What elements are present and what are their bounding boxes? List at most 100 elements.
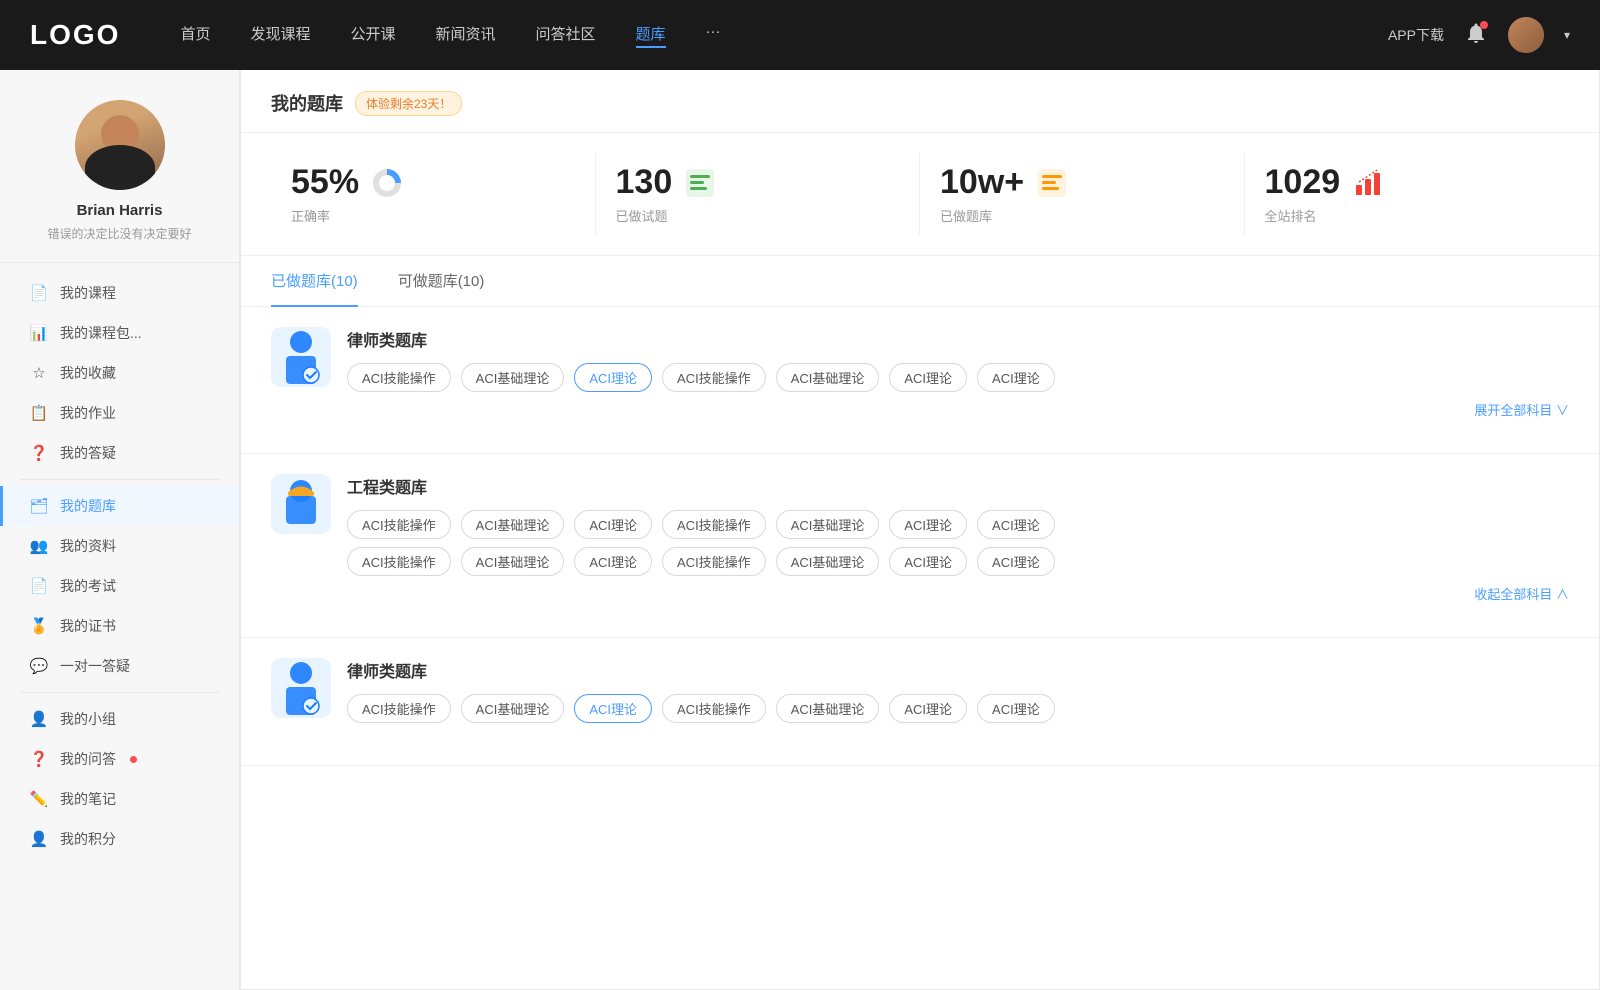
tag-eng1-r2-1[interactable]: ACI基础理论 xyxy=(461,547,565,576)
qbank-avatar-engineer-1 xyxy=(271,474,331,534)
sidebar: Brian Harris 错误的决定比没有决定要好 📄 我的课程 📊 我的课程包… xyxy=(0,70,240,990)
tag-eng1-r2-0[interactable]: ACI技能操作 xyxy=(347,547,451,576)
notes-icon: ✏️ xyxy=(30,790,48,808)
questions-icon: ❓ xyxy=(30,750,48,768)
trial-badge: 体验剩余23天！ xyxy=(355,91,462,116)
sidebar-item-my-points[interactable]: 👤 我的积分 xyxy=(0,819,239,859)
user-menu-chevron[interactable]: ▾ xyxy=(1564,28,1570,42)
sidebar-item-my-collection[interactable]: ☆ 我的收藏 xyxy=(0,353,239,393)
tag-lawyer2-6[interactable]: ACI理论 xyxy=(977,694,1055,723)
tag-eng1-r1-3[interactable]: ACI技能操作 xyxy=(662,510,766,539)
tag-lawyer1-3[interactable]: ACI技能操作 xyxy=(662,363,766,392)
tag-lawyer1-5[interactable]: ACI理论 xyxy=(889,363,967,392)
tag-lawyer2-4[interactable]: ACI基础理论 xyxy=(776,694,880,723)
sidebar-label-my-homework: 我的作业 xyxy=(60,403,116,423)
tags-row-engineer-1-row2: ACI技能操作 ACI基础理论 ACI理论 ACI技能操作 ACI基础理论 AC… xyxy=(347,547,1569,576)
sidebar-item-my-profile[interactable]: 👥 我的资料 xyxy=(0,526,239,566)
nav-courses[interactable]: 发现课程 xyxy=(250,23,310,48)
stat-ranking-icon xyxy=(1350,165,1386,201)
main-layout: Brian Harris 错误的决定比没有决定要好 📄 我的课程 📊 我的课程包… xyxy=(0,70,1600,990)
tag-eng1-r2-2[interactable]: ACI理论 xyxy=(574,547,652,576)
qbank-content-lawyer-2: 律师类题库 ACI技能操作 ACI基础理论 ACI理论 ACI技能操作 ACI基… xyxy=(347,658,1569,731)
tab-done-banks[interactable]: 已做题库(10) xyxy=(271,256,358,307)
stat-done-questions-top: 130 xyxy=(616,163,900,202)
tag-lawyer2-2[interactable]: ACI理论 xyxy=(574,694,652,723)
sidebar-item-my-notes[interactable]: ✏️ 我的笔记 xyxy=(0,779,239,819)
tab-available-banks[interactable]: 可做题库(10) xyxy=(398,256,485,307)
tag-lawyer1-2[interactable]: ACI理论 xyxy=(574,363,652,392)
tag-lawyer2-3[interactable]: ACI技能操作 xyxy=(662,694,766,723)
tag-lawyer1-6[interactable]: ACI理论 xyxy=(977,363,1055,392)
tag-eng1-r2-5[interactable]: ACI理论 xyxy=(889,547,967,576)
stat-done-questions-icon xyxy=(682,165,718,201)
stat-ranking-top: 1029 xyxy=(1265,163,1550,202)
tag-eng1-r1-1[interactable]: ACI基础理论 xyxy=(461,510,565,539)
sidebar-item-my-homework[interactable]: 📋 我的作业 xyxy=(0,393,239,433)
sidebar-item-my-questions[interactable]: ❓ 我的问答 xyxy=(0,739,239,779)
nav-home[interactable]: 首页 xyxy=(180,23,210,48)
lawyer-figure-2-icon xyxy=(276,661,326,716)
qbank-avatar-lawyer-1 xyxy=(271,327,331,387)
homework-icon: 📋 xyxy=(30,404,48,422)
nav-qbank[interactable]: 题库 xyxy=(636,23,666,48)
stat-correctness-top: 55% xyxy=(291,163,575,202)
stat-done-questions-label: 已做试题 xyxy=(616,206,900,225)
tag-lawyer1-4[interactable]: ACI基础理论 xyxy=(776,363,880,392)
stat-correctness: 55% 正确率 xyxy=(271,153,596,235)
tag-lawyer1-0[interactable]: ACI技能操作 xyxy=(347,363,451,392)
sidebar-label-my-course: 我的课程 xyxy=(60,283,116,303)
qbank-header-lawyer-1: 律师类题库 ACI技能操作 ACI基础理论 ACI理论 ACI技能操作 ACI基… xyxy=(271,327,1569,419)
nav-qa[interactable]: 问答社区 xyxy=(536,23,596,48)
tag-lawyer2-0[interactable]: ACI技能操作 xyxy=(347,694,451,723)
sidebar-item-my-cert[interactable]: 🏅 我的证书 xyxy=(0,606,239,646)
sidebar-menu: 📄 我的课程 📊 我的课程包... ☆ 我的收藏 📋 我的作业 ❓ 我的答疑 � xyxy=(0,273,239,859)
sidebar-item-my-group[interactable]: 👤 我的小组 xyxy=(0,699,239,739)
user-avatar[interactable] xyxy=(1508,17,1544,53)
sidebar-label-my-package: 我的课程包... xyxy=(60,323,142,343)
sidebar-item-one-on-one[interactable]: 💬 一对一答疑 xyxy=(0,646,239,686)
sidebar-label-my-notes: 我的笔记 xyxy=(60,789,116,809)
collapse-engineer-1[interactable]: 收起全部科目 ∧ xyxy=(347,584,1569,603)
sidebar-item-my-package[interactable]: 📊 我的课程包... xyxy=(0,313,239,353)
tag-eng1-r1-0[interactable]: ACI技能操作 xyxy=(347,510,451,539)
tag-lawyer1-1[interactable]: ACI基础理论 xyxy=(461,363,565,392)
sidebar-label-my-questions: 我的问答 xyxy=(60,749,116,769)
lawyer-figure-icon xyxy=(276,330,326,385)
qbank-section-engineer-1: 工程类题库 ACI技能操作 ACI基础理论 ACI理论 ACI技能操作 ACI基… xyxy=(241,454,1599,638)
sidebar-item-my-exam[interactable]: 📄 我的考试 xyxy=(0,566,239,606)
sidebar-item-my-qbank[interactable]: 🗂 我的题库 xyxy=(0,486,239,526)
notification-bell[interactable] xyxy=(1464,21,1488,50)
page-title: 我的题库 xyxy=(271,90,343,116)
tag-eng1-r2-4[interactable]: ACI基础理论 xyxy=(776,547,880,576)
sidebar-label-my-qbank: 我的题库 xyxy=(60,496,116,516)
questions-red-dot xyxy=(130,756,137,763)
qbank-header-engineer-1: 工程类题库 ACI技能操作 ACI基础理论 ACI理论 ACI技能操作 ACI基… xyxy=(271,474,1569,603)
tag-eng1-r1-5[interactable]: ACI理论 xyxy=(889,510,967,539)
sidebar-label-my-profile: 我的资料 xyxy=(60,536,116,556)
tags-row-lawyer-1: ACI技能操作 ACI基础理论 ACI理论 ACI技能操作 ACI基础理论 AC… xyxy=(347,363,1569,392)
points-icon: 👤 xyxy=(30,830,48,848)
tag-eng1-r2-6[interactable]: ACI理论 xyxy=(977,547,1055,576)
stat-done-questions-value: 130 xyxy=(616,163,673,202)
tag-eng1-r1-2[interactable]: ACI理论 xyxy=(574,510,652,539)
tag-eng1-r1-6[interactable]: ACI理论 xyxy=(977,510,1055,539)
expand-lawyer-1[interactable]: 展开全部科目 ∨ xyxy=(347,400,1569,419)
stat-done-banks-icon xyxy=(1034,165,1070,201)
tag-lawyer2-1[interactable]: ACI基础理论 xyxy=(461,694,565,723)
tag-lawyer2-5[interactable]: ACI理论 xyxy=(889,694,967,723)
app-download-button[interactable]: APP下载 xyxy=(1388,25,1444,45)
profile-name: Brian Harris xyxy=(20,202,219,219)
tag-eng1-r1-4[interactable]: ACI基础理论 xyxy=(776,510,880,539)
nav-menu: 首页 发现课程 公开课 新闻资讯 问答社区 题库 ··· xyxy=(180,23,1388,48)
nav-open-courses[interactable]: 公开课 xyxy=(350,23,395,48)
stat-correctness-label: 正确率 xyxy=(291,206,575,225)
sidebar-item-my-course[interactable]: 📄 我的课程 xyxy=(0,273,239,313)
navbar-right: APP下载 ▾ xyxy=(1388,17,1570,53)
logo[interactable]: LOGO xyxy=(30,19,120,51)
tags-row-engineer-1-row1: ACI技能操作 ACI基础理论 ACI理论 ACI技能操作 ACI基础理论 AC… xyxy=(347,510,1569,539)
nav-news[interactable]: 新闻资讯 xyxy=(436,23,496,48)
qbank-title-engineer-1: 工程类题库 xyxy=(347,474,1569,498)
nav-more[interactable]: ··· xyxy=(706,23,721,48)
tag-eng1-r2-3[interactable]: ACI技能操作 xyxy=(662,547,766,576)
sidebar-item-my-qa[interactable]: ❓ 我的答疑 xyxy=(0,433,239,473)
